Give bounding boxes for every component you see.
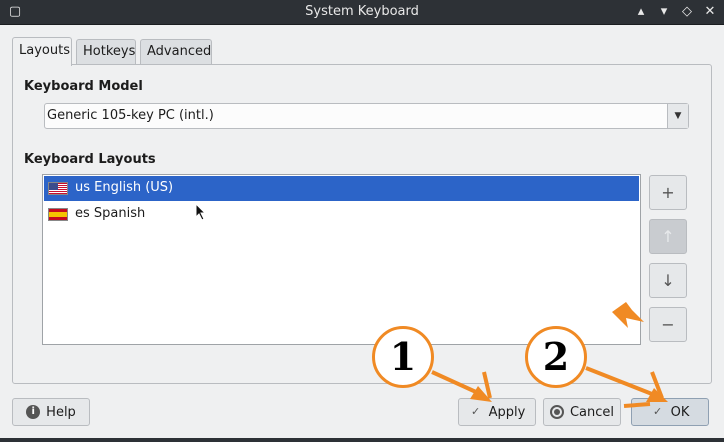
list-item[interactable]: es Spanish (44, 202, 639, 227)
check-icon: ✓ (471, 405, 481, 418)
dropdown-arrow-icon[interactable]: ▼ (667, 104, 688, 128)
move-up-button[interactable]: ↑ (649, 219, 687, 254)
layout-label: es Spanish (75, 206, 146, 221)
list-item[interactable]: us English (US) (44, 176, 639, 201)
apply-button-label: Apply (488, 404, 526, 420)
move-down-button[interactable]: ↓ (649, 263, 687, 298)
ok-button-label: OK (670, 404, 690, 420)
apply-button[interactable]: ✓ Apply (458, 398, 536, 426)
tab-hotkeys[interactable]: Hotkeys (76, 39, 136, 65)
keyboard-layouts-list[interactable]: us English (US) es Spanish (42, 174, 641, 345)
help-icon: i (26, 405, 41, 419)
add-layout-button[interactable]: + (649, 175, 687, 210)
help-button-label: Help (46, 404, 76, 420)
taskbar-edge (0, 438, 724, 442)
minimize-icon[interactable]: ▾ (653, 1, 675, 23)
cancel-button[interactable]: Cancel (543, 398, 621, 426)
keyboard-layouts-heading: Keyboard Layouts (24, 152, 156, 167)
title-bar: ▢ System Keyboard ▴ ▾ ◇ ✕ (0, 0, 724, 25)
step-badge-2: 2 (525, 326, 587, 388)
check-icon: ✓ (653, 405, 663, 418)
tab-layouts[interactable]: Layouts (12, 37, 72, 66)
mouse-cursor-icon (195, 203, 207, 221)
cancel-button-label: Cancel (569, 404, 615, 420)
keyboard-model-heading: Keyboard Model (24, 79, 143, 94)
layout-label: us English (US) (75, 180, 174, 195)
system-keyboard-dialog: Layouts Hotkeys Advanced Keyboard Model … (0, 25, 724, 442)
tab-advanced[interactable]: Advanced (140, 39, 212, 65)
layouts-panel: Keyboard Model Generic 105-key PC (intl.… (12, 64, 712, 384)
maximize-icon[interactable]: ◇ (676, 1, 698, 23)
step-badge-1: 1 (372, 326, 434, 388)
es-flag-icon (48, 208, 68, 221)
remove-layout-button[interactable]: − (649, 307, 687, 342)
ok-button[interactable]: ✓ OK (631, 398, 709, 426)
cancel-icon (549, 405, 564, 419)
us-flag-icon (48, 182, 68, 195)
help-button[interactable]: i Help (12, 398, 90, 426)
keyboard-model-value: Generic 105-key PC (intl.) (47, 108, 214, 123)
keyboard-model-select[interactable]: Generic 105-key PC (intl.) ▼ (44, 103, 689, 129)
keep-above-icon[interactable]: ▴ (630, 1, 652, 23)
close-icon[interactable]: ✕ (699, 1, 721, 23)
window-title: System Keyboard (305, 4, 419, 19)
